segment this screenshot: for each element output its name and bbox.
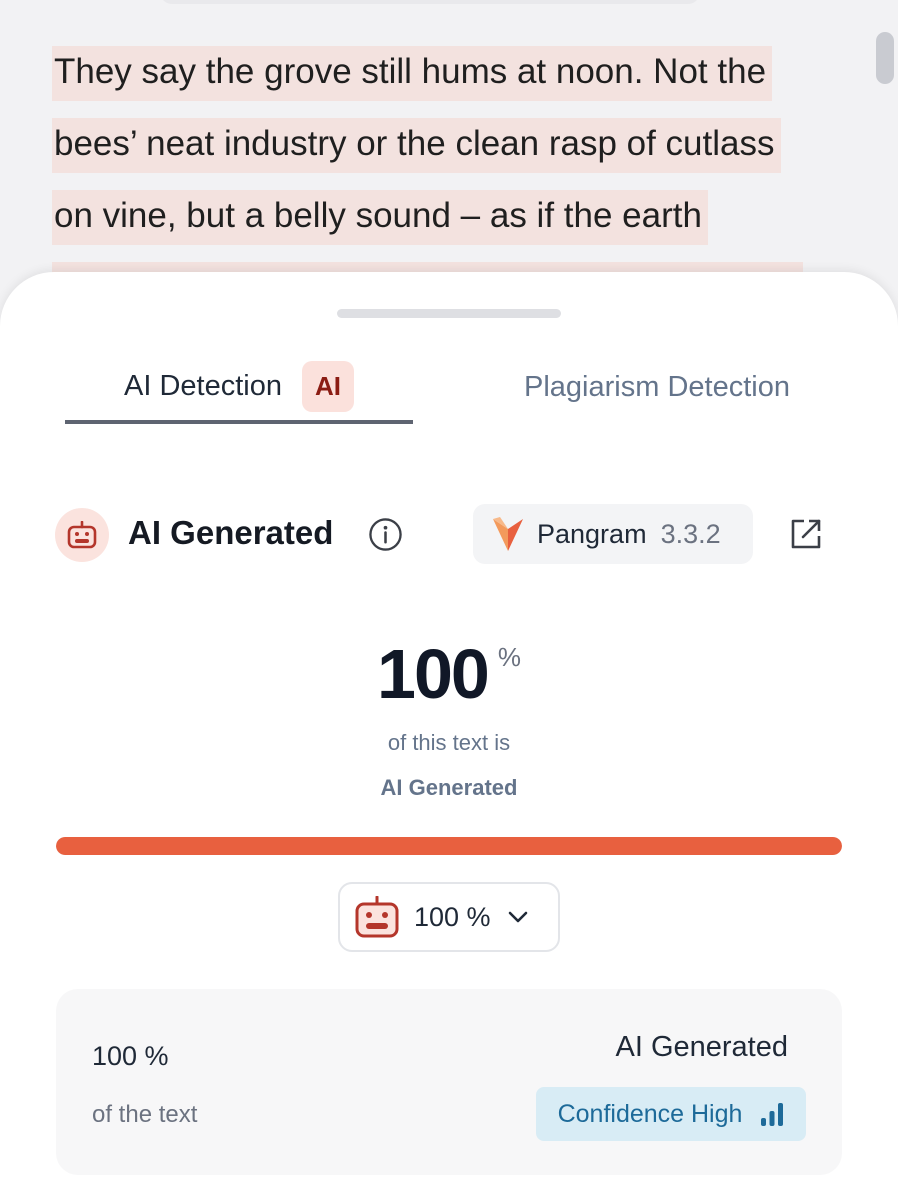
detection-bottom-sheet: AI Detection AI Plagiarism Detection AI … — [0, 272, 898, 1200]
top-toolbar-edge — [160, 0, 700, 4]
summary-card: 100 % of the text AI Generated Confidenc… — [56, 989, 842, 1175]
ai-progress-bar — [56, 837, 842, 855]
tab-ai-detection[interactable]: AI Detection AI — [65, 352, 413, 424]
scrollbar-thumb[interactable] — [876, 32, 894, 84]
summary-percent: 100 % — [92, 1041, 169, 1071]
external-link-icon[interactable] — [788, 516, 824, 552]
percentage-caption-label: AI Generated — [380, 775, 518, 800]
percentage-dropdown[interactable]: 100 % — [338, 882, 560, 952]
summary-sub-label: of the text — [92, 1101, 198, 1128]
sheet-drag-handle[interactable] — [337, 309, 561, 318]
model-name: Pangram — [537, 518, 647, 549]
ai-progress-fill — [56, 837, 842, 855]
confidence-badge: Confidence High — [536, 1087, 806, 1141]
info-icon[interactable] — [368, 517, 403, 552]
ai-percentage-unit: % — [497, 642, 521, 672]
result-title: AI Generated — [128, 514, 334, 551]
confidence-text: Confidence High — [557, 1099, 743, 1128]
signal-bars-icon — [761, 1103, 784, 1126]
tab-plagiarism-detection[interactable]: Plagiarism Detection — [470, 352, 844, 422]
robot-icon — [355, 896, 399, 938]
pangram-fox-logo — [493, 517, 523, 551]
result-header: AI Generated Pangram 3.3.2 — [55, 504, 845, 568]
document-line: on vine, but a belly sound – as if the e… — [52, 180, 842, 252]
document-line: bees’ neat industry or the clean rasp of… — [52, 108, 842, 180]
ai-percentage-value: 100 — [377, 635, 490, 713]
dropdown-value: 100 % — [414, 901, 491, 932]
robot-icon — [55, 508, 109, 562]
model-version: 3.3.2 — [660, 518, 721, 549]
tab-ai-detection-label: AI Detection — [124, 369, 282, 402]
tab-plagiarism-label: Plagiarism Detection — [524, 370, 790, 403]
summary-label: AI Generated — [615, 1031, 789, 1063]
document-line: They say the grove still hums at noon. N… — [52, 36, 842, 108]
model-badge: Pangram 3.3.2 — [473, 504, 753, 564]
percentage-caption: of this text is — [387, 730, 511, 755]
ai-badge: AI — [301, 360, 354, 412]
chevron-down-icon — [508, 911, 527, 923]
ai-percentage: 100% — [0, 634, 898, 714]
